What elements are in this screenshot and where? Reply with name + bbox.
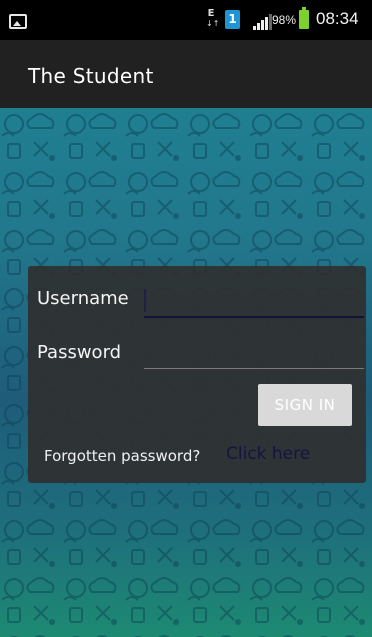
sim-icon: 1 [225, 10, 240, 29]
app-title: The Student [28, 64, 154, 88]
click-here-link[interactable]: Click here [226, 444, 310, 464]
sign-in-button[interactable]: SIGN IN [258, 384, 352, 426]
login-card: Username Password SIGN IN Forgotten pass… [28, 266, 366, 483]
action-bar: The Student [0, 40, 372, 108]
password-label: Password [37, 342, 122, 363]
data-indicator: E ↓↑ [206, 8, 220, 31]
data-type-label: E [207, 8, 215, 19]
battery-icon [299, 7, 309, 29]
image-icon [9, 14, 27, 29]
text-cursor [144, 289, 146, 312]
data-arrows-icon: ↓↑ [206, 19, 220, 28]
signal-bars-icon [253, 14, 272, 30]
password-field[interactable] [144, 338, 364, 369]
username-field[interactable] [144, 286, 364, 318]
status-bar: E ↓↑ 1 98% 08:34 [0, 0, 372, 40]
battery-percent: 98% [272, 13, 297, 27]
username-label: Username [37, 288, 129, 309]
forgot-password-text: Forgotten password? [44, 447, 201, 465]
clock: 08:34 [316, 9, 359, 28]
